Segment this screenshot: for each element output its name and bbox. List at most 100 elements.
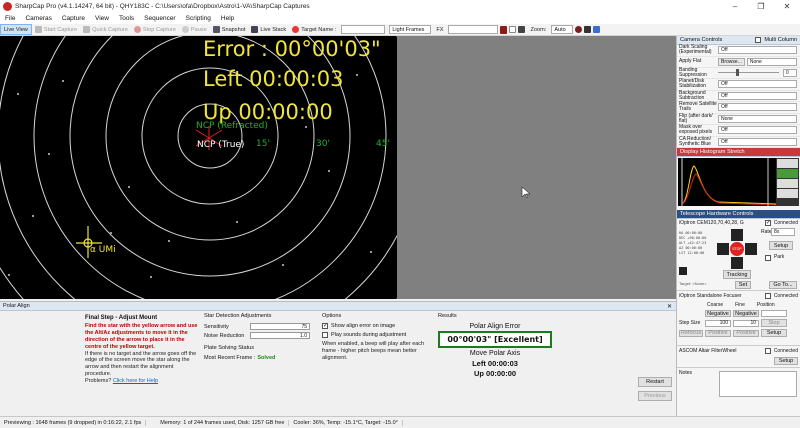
background-subtraction-select[interactable]: Off bbox=[718, 91, 797, 100]
coarse-positive-button[interactable]: Positive bbox=[705, 329, 731, 337]
overlay-error-text: Error : 00°00'03" bbox=[203, 37, 381, 61]
live-stack-button[interactable]: Live Stack bbox=[248, 26, 289, 33]
menu-view[interactable]: View bbox=[90, 15, 114, 22]
focuser-setup-button[interactable]: Setup bbox=[761, 329, 787, 337]
slew-square-icon[interactable] bbox=[679, 267, 687, 275]
maximize-button[interactable]: ❐ bbox=[748, 0, 774, 13]
menu-file[interactable]: File bbox=[0, 15, 20, 22]
step-size-label: Step Size bbox=[679, 320, 701, 326]
west-arrow-icon[interactable] bbox=[717, 243, 729, 255]
menu-cameras[interactable]: Cameras bbox=[20, 15, 56, 22]
fine-step-input[interactable]: 10 bbox=[733, 319, 759, 327]
close-panel-icon[interactable]: ✕ bbox=[667, 303, 672, 310]
sensitivity-input[interactable]: 75 bbox=[250, 323, 310, 330]
dark-scaling-select[interactable]: Off bbox=[718, 46, 797, 55]
tracking-button[interactable]: Tracking bbox=[723, 270, 751, 279]
histogram-header[interactable]: Display Histogram Stretch bbox=[677, 148, 800, 157]
menu-bar: File Cameras Capture View Tools Sequence… bbox=[0, 13, 800, 24]
position-label: Position bbox=[756, 302, 775, 308]
filter-connected-checkbox[interactable] bbox=[764, 348, 771, 354]
fx-select[interactable] bbox=[448, 25, 499, 34]
south-arrow-icon[interactable] bbox=[731, 257, 743, 269]
auto-stretch-icon[interactable] bbox=[777, 169, 798, 178]
refocus-button[interactable]: Refocus bbox=[679, 329, 703, 337]
browse-button[interactable]: Browse... bbox=[718, 57, 745, 66]
previous-button[interactable]: Previous bbox=[638, 391, 672, 401]
histogram-graph bbox=[681, 158, 776, 206]
snapshot-button[interactable]: Snapshot bbox=[210, 26, 249, 33]
quick-capture-button[interactable]: Quick Capture bbox=[80, 26, 131, 33]
stop-capture-button[interactable]: Stop Capture bbox=[131, 26, 179, 33]
mask-pixels-select[interactable]: Off bbox=[718, 126, 797, 135]
set-button[interactable]: Set bbox=[735, 281, 751, 289]
menu-tools[interactable]: Tools bbox=[114, 15, 139, 22]
reticle-icon[interactable] bbox=[575, 26, 583, 33]
fine-positive-button[interactable]: Positive bbox=[733, 329, 759, 337]
start-capture-label: Start Capture bbox=[43, 26, 78, 33]
banding-value[interactable]: 0 bbox=[783, 68, 797, 77]
stop-mount-button[interactable]: STOP bbox=[730, 242, 744, 256]
results-section: Results Polar Align Error 00°00'03" [Exc… bbox=[438, 313, 552, 378]
telescope-icon[interactable] bbox=[593, 26, 601, 33]
close-button[interactable]: ✕ bbox=[774, 0, 800, 13]
focuser-connected-checkbox[interactable] bbox=[764, 293, 771, 299]
filter-setup-button[interactable]: Setup bbox=[774, 357, 798, 365]
banding-slider[interactable] bbox=[718, 69, 779, 77]
position-field[interactable] bbox=[761, 310, 787, 317]
target-name-input[interactable] bbox=[341, 25, 386, 34]
park-checkbox[interactable] bbox=[765, 255, 771, 261]
minimize-button[interactable]: – bbox=[722, 0, 748, 13]
quick-capture-label: Quick Capture bbox=[92, 26, 128, 33]
menu-help[interactable]: Help bbox=[216, 15, 239, 22]
help-link[interactable]: Click here for Help bbox=[113, 378, 158, 384]
apply-flat-select[interactable]: None bbox=[746, 57, 797, 66]
focuser-stop-button[interactable]: Stop bbox=[761, 319, 787, 327]
multi-column-checkbox[interactable] bbox=[755, 37, 762, 43]
save-stretch-icon[interactable] bbox=[777, 189, 798, 198]
quick-capture-icon bbox=[83, 26, 91, 33]
satellite-trails-select[interactable]: Off bbox=[718, 103, 797, 112]
play-sounds-checkbox[interactable] bbox=[322, 332, 328, 338]
menu-capture[interactable]: Capture bbox=[57, 15, 90, 22]
reset-stretch-icon[interactable] bbox=[777, 159, 798, 168]
telescope-header[interactable]: Telescope Hardware Controls bbox=[677, 210, 800, 219]
color-swatch-icon[interactable] bbox=[500, 25, 508, 34]
camera-icon bbox=[212, 26, 220, 33]
restart-button[interactable]: Restart bbox=[638, 377, 672, 387]
instruction-text: Find the star with the yellow arrow and … bbox=[85, 323, 198, 350]
start-capture-button[interactable]: Start Capture bbox=[32, 26, 80, 33]
grid-icon[interactable] bbox=[509, 26, 517, 33]
slider-thumb[interactable] bbox=[736, 69, 739, 77]
control-label: Flip (after dark/ flat) bbox=[679, 112, 713, 124]
east-arrow-icon[interactable] bbox=[745, 243, 757, 255]
camera-viewport[interactable]: Error : 00°00'03" Left 00:00:03 Up 00:00… bbox=[0, 36, 676, 299]
coarse-step-input[interactable]: 100 bbox=[705, 319, 731, 327]
flip-select[interactable]: None bbox=[718, 114, 797, 123]
search-icon[interactable] bbox=[584, 26, 592, 33]
control-label: Background Subtraction bbox=[679, 89, 706, 101]
histogram-icon[interactable] bbox=[518, 26, 526, 33]
rate-select[interactable]: 8x bbox=[771, 228, 795, 236]
histogram-panel[interactable] bbox=[678, 158, 799, 206]
coarse-negative-button[interactable]: Negative bbox=[705, 310, 731, 317]
fine-negative-button[interactable]: Negative bbox=[733, 310, 759, 317]
stop-icon bbox=[133, 26, 141, 33]
stretch-settings-icon[interactable] bbox=[777, 179, 798, 188]
mount-connected-checkbox[interactable] bbox=[764, 219, 771, 226]
control-label: Apply Flat bbox=[679, 57, 702, 64]
north-arrow-icon[interactable] bbox=[731, 229, 743, 241]
zoom-select[interactable]: Auto bbox=[551, 25, 574, 34]
target-name-text: Target Name : bbox=[301, 26, 337, 33]
stabilization-select[interactable]: Off bbox=[718, 80, 797, 89]
goto-button[interactable]: Go To... bbox=[769, 281, 797, 289]
mount-setup-button[interactable]: Setup bbox=[769, 241, 793, 250]
live-view-button[interactable]: Live View bbox=[0, 24, 32, 35]
frame-type-select[interactable]: Light Frames bbox=[389, 25, 432, 34]
pause-button[interactable]: Pause bbox=[179, 26, 210, 33]
noise-input[interactable]: 1.0 bbox=[250, 332, 310, 339]
menu-sequencer[interactable]: Sequencer bbox=[139, 15, 180, 22]
menu-scripting[interactable]: Scripting bbox=[181, 15, 216, 22]
ca-reduction-select[interactable]: Off bbox=[718, 137, 797, 146]
notes-textarea[interactable] bbox=[719, 371, 797, 397]
show-error-checkbox[interactable] bbox=[322, 322, 328, 329]
